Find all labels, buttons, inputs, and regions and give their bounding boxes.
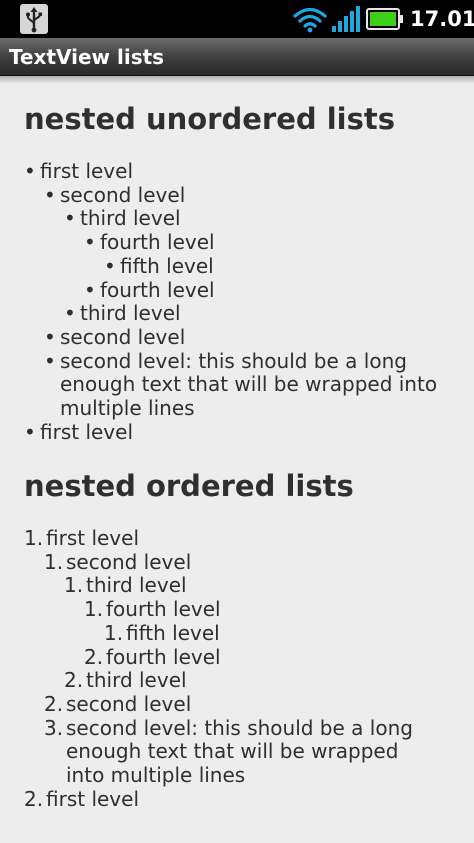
list-item: 3. second level: this should be a long e… — [44, 715, 413, 787]
bullet: • — [24, 159, 36, 183]
battery-icon — [366, 8, 403, 30]
list-item: 2. third level — [64, 668, 187, 693]
list-item: • first level — [24, 159, 133, 183]
list-item: • fourth level — [84, 230, 215, 255]
list-number: 2. — [84, 644, 104, 669]
action-bar-shadow — [0, 76, 474, 84]
page-title: TextView lists — [9, 45, 165, 69]
list-number: 1. — [24, 526, 44, 550]
list-item: • first level — [24, 419, 133, 444]
list-item: 1. first level — [24, 526, 139, 550]
list-item: • fifth level — [104, 253, 214, 278]
list-item: 2. fourth level — [84, 644, 221, 669]
list-item: • second level — [44, 182, 186, 207]
status-bar: 17.01 — [0, 0, 474, 38]
list-item: 1. second level — [44, 549, 192, 574]
bullet: • — [44, 182, 56, 207]
unordered-heading: nested unordered lists — [24, 102, 395, 136]
list-number: 1. — [64, 573, 84, 598]
bullet: • — [24, 419, 36, 444]
list-number: 1. — [44, 549, 64, 574]
list-number: 1. — [84, 597, 104, 622]
list-item: 2. first level — [24, 786, 139, 811]
list-number: 1. — [104, 620, 124, 645]
list-item: 1. fourth level — [84, 597, 221, 622]
list-item: • third level — [64, 301, 181, 326]
list-item: 2. second level — [44, 691, 192, 716]
list-item: • third level — [64, 206, 181, 231]
list-item: • fourth level — [84, 277, 215, 302]
list-number: 3. — [44, 715, 64, 740]
ordered-heading: nested ordered lists — [24, 469, 354, 503]
bullet: • — [64, 301, 76, 326]
bullet: • — [104, 253, 116, 278]
bullet: • — [44, 324, 56, 349]
usb-icon — [20, 4, 48, 34]
list-item: • second level — [44, 324, 186, 349]
bullet: • — [84, 230, 96, 255]
action-bar: TextView lists — [0, 38, 474, 76]
bullet: • — [44, 348, 56, 373]
wifi-icon — [293, 7, 327, 33]
bullet: • — [84, 277, 96, 302]
list-item: 1. third level — [64, 573, 187, 598]
list-number: 2. — [44, 691, 64, 716]
signal-icon — [332, 6, 360, 32]
clock: 17.01 — [410, 7, 474, 31]
bullet: • — [64, 206, 76, 231]
list-number: 2. — [64, 668, 84, 693]
list-number: 2. — [24, 786, 44, 811]
list-item: 1. fifth level — [104, 620, 220, 645]
list-item: • second level: this should be a long en… — [44, 348, 438, 420]
